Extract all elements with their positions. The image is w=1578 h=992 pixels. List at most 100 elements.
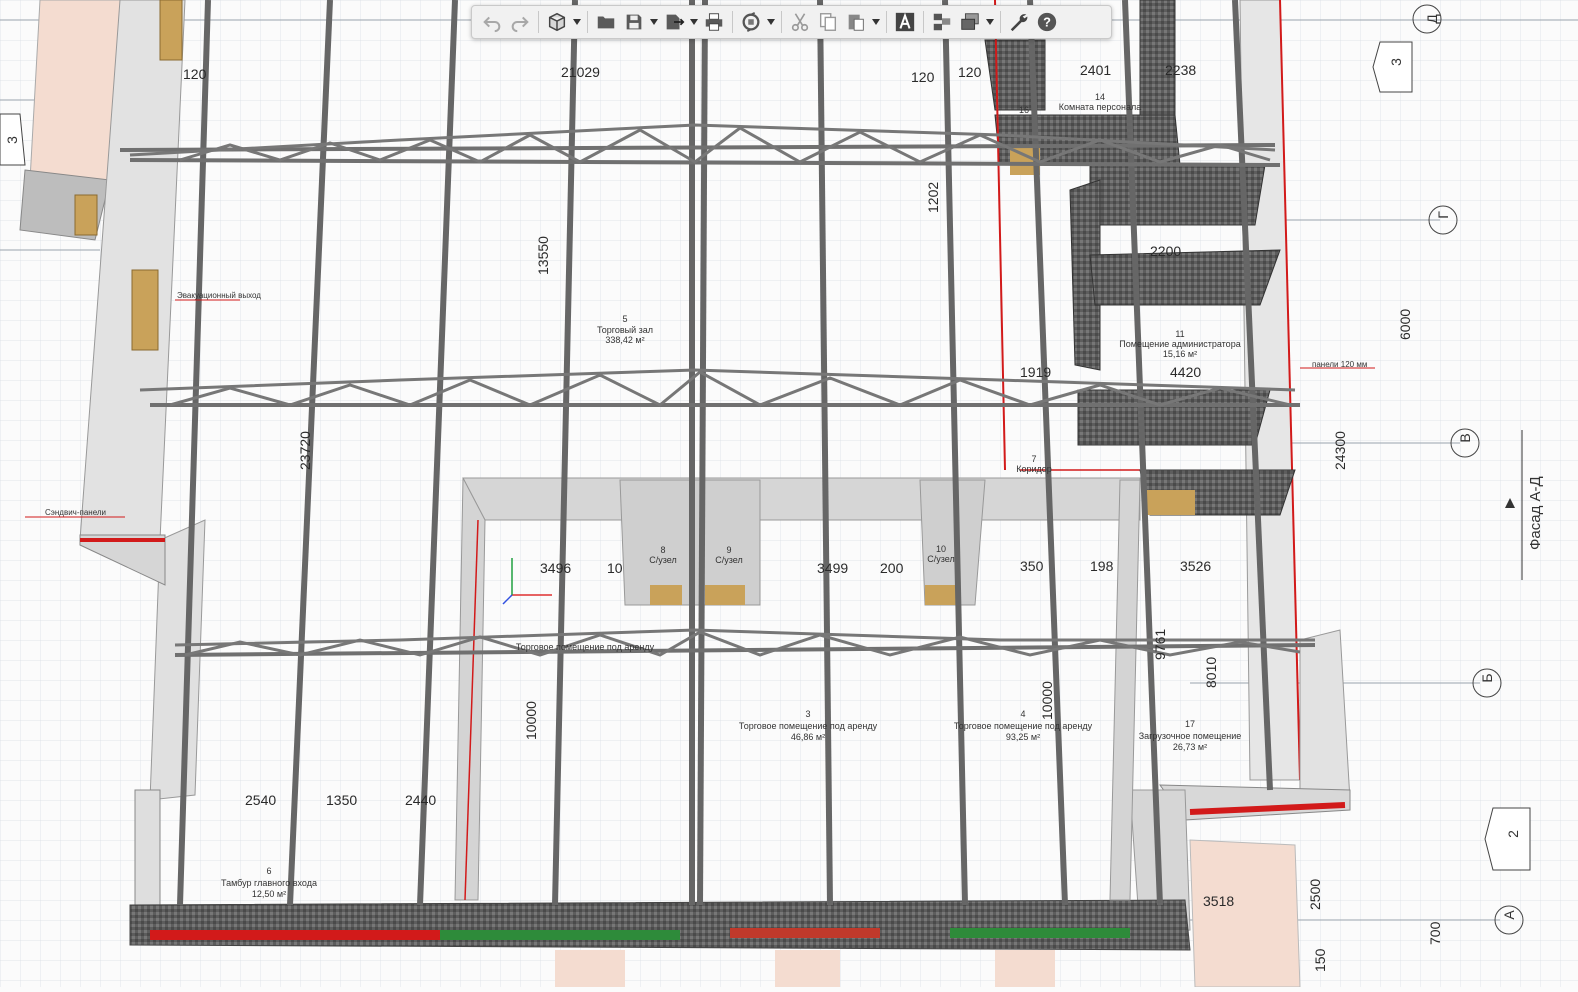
chevron-down-icon xyxy=(872,19,880,25)
building-model[interactable]: 120 21029 120 120 2401 2238 13550 23720 … xyxy=(0,0,1578,988)
svg-text:2401: 2401 xyxy=(1080,62,1111,78)
open-button[interactable] xyxy=(592,8,620,36)
facade-label: Фасад А-Д xyxy=(1527,476,1544,550)
sync-dropdown[interactable] xyxy=(765,8,777,36)
side-marker-label: 3 xyxy=(1388,58,1404,66)
room-number: 3 xyxy=(805,709,810,719)
svg-text:2440: 2440 xyxy=(405,792,436,808)
undo-button[interactable] xyxy=(478,8,506,36)
side-marker-label: 2 xyxy=(1505,830,1521,838)
view-3d-dropdown[interactable] xyxy=(571,8,583,36)
export-dropdown[interactable] xyxy=(688,8,700,36)
room-name: Торговое помещение под аренду xyxy=(954,721,1093,731)
svg-text:2200: 2200 xyxy=(1150,243,1181,259)
svg-text:120: 120 xyxy=(958,64,982,80)
dim-top-2: 21029 xyxy=(561,64,600,80)
room-number: 5 xyxy=(622,314,627,324)
svg-text:1919: 1919 xyxy=(1020,364,1051,380)
room-number: 4 xyxy=(1020,709,1025,719)
svg-text:2500: 2500 xyxy=(1307,879,1323,910)
text-style-button[interactable] xyxy=(891,8,919,36)
svg-text:6000: 6000 xyxy=(1397,309,1413,340)
room-name: Помещение администратора xyxy=(1119,339,1240,349)
scissors-icon xyxy=(791,13,809,32)
svg-text:10000: 10000 xyxy=(1039,681,1055,720)
svg-text:2540: 2540 xyxy=(245,792,276,808)
room-number: 7 xyxy=(1031,454,1036,464)
chevron-down-icon xyxy=(767,19,775,25)
text-a-icon xyxy=(895,12,915,32)
svg-text:10: 10 xyxy=(607,560,623,576)
svg-text:200: 200 xyxy=(880,560,904,576)
svg-text:3496: 3496 xyxy=(540,560,571,576)
room-name: С/узел xyxy=(649,555,676,565)
chevron-down-icon xyxy=(573,19,581,25)
room-number: 9 xyxy=(726,545,731,555)
room-number: 11 xyxy=(1175,329,1184,339)
room-area: 12,50 м² xyxy=(252,889,286,899)
svg-text:?: ? xyxy=(1043,15,1051,30)
room-name: Тамбур главного входа xyxy=(221,878,317,888)
save-button[interactable] xyxy=(620,8,648,36)
svg-text:23720: 23720 xyxy=(297,431,313,470)
room-area: 46,86 м² xyxy=(791,732,825,742)
layers-icon xyxy=(933,13,951,31)
svg-text:1350: 1350 xyxy=(326,792,357,808)
copy-icon xyxy=(819,13,837,31)
print-button[interactable] xyxy=(700,8,728,36)
svg-text:3499: 3499 xyxy=(817,560,848,576)
folder-icon xyxy=(597,16,615,29)
redo-icon xyxy=(511,16,529,33)
toolbar-separator xyxy=(1000,11,1001,33)
room-area: 338,42 м² xyxy=(605,335,644,345)
quick-access-toolbar: ? xyxy=(471,5,1112,39)
room-name: Комната персонала xyxy=(1059,102,1141,112)
svg-text:120: 120 xyxy=(911,69,935,85)
export-button[interactable] xyxy=(660,8,688,36)
view-3d-button[interactable] xyxy=(543,8,571,36)
axis-label: Д xyxy=(1424,14,1440,24)
room-name: С/узел xyxy=(715,555,742,565)
toolbar-separator xyxy=(923,11,924,33)
cut-button[interactable] xyxy=(786,8,814,36)
room-name: С/узел xyxy=(927,554,954,564)
chevron-down-icon xyxy=(986,19,994,25)
layers-button[interactable] xyxy=(928,8,956,36)
views-button[interactable] xyxy=(956,8,984,36)
sync-icon xyxy=(742,12,760,32)
axis-label: А xyxy=(1501,910,1517,920)
dim-top-1: 120 xyxy=(183,66,207,82)
room-number: 6 xyxy=(266,866,271,876)
svg-text:350: 350 xyxy=(1020,558,1044,574)
room-number: 16 xyxy=(1019,105,1029,115)
room-name: Загрузочное помещение xyxy=(1139,731,1242,741)
toolbar-separator xyxy=(587,11,588,33)
chevron-down-icon xyxy=(690,19,698,25)
paste-dropdown[interactable] xyxy=(870,8,882,36)
help-button[interactable]: ? xyxy=(1033,8,1061,36)
paste-button[interactable] xyxy=(842,8,870,36)
redo-button[interactable] xyxy=(506,8,534,36)
room-area: 15,16 м² xyxy=(1163,349,1197,359)
svg-text:3518: 3518 xyxy=(1203,893,1234,909)
sandwich-label: Сэндвич-панели xyxy=(45,508,106,517)
toolbar-separator xyxy=(538,11,539,33)
room-number: 17 xyxy=(1185,719,1195,729)
views-dropdown[interactable] xyxy=(984,8,996,36)
svg-text:150: 150 xyxy=(1312,948,1328,972)
save-dropdown[interactable] xyxy=(648,8,660,36)
room-number: 10 xyxy=(936,544,946,554)
cad-3d-viewport[interactable]: 120 21029 120 120 2401 2238 13550 23720 … xyxy=(0,0,1578,988)
settings-button[interactable] xyxy=(1005,8,1033,36)
svg-text:700: 700 xyxy=(1427,921,1443,945)
copy-button[interactable] xyxy=(814,8,842,36)
axis-label: Г xyxy=(1435,211,1451,219)
axis-label: В xyxy=(1457,433,1473,442)
toolbar-separator xyxy=(732,11,733,33)
sync-button[interactable] xyxy=(737,8,765,36)
toolbar-separator xyxy=(886,11,887,33)
paste-icon xyxy=(848,14,864,31)
toolbar-separator xyxy=(781,11,782,33)
svg-text:3526: 3526 xyxy=(1180,558,1211,574)
room-name: Торговый зал xyxy=(597,325,653,335)
